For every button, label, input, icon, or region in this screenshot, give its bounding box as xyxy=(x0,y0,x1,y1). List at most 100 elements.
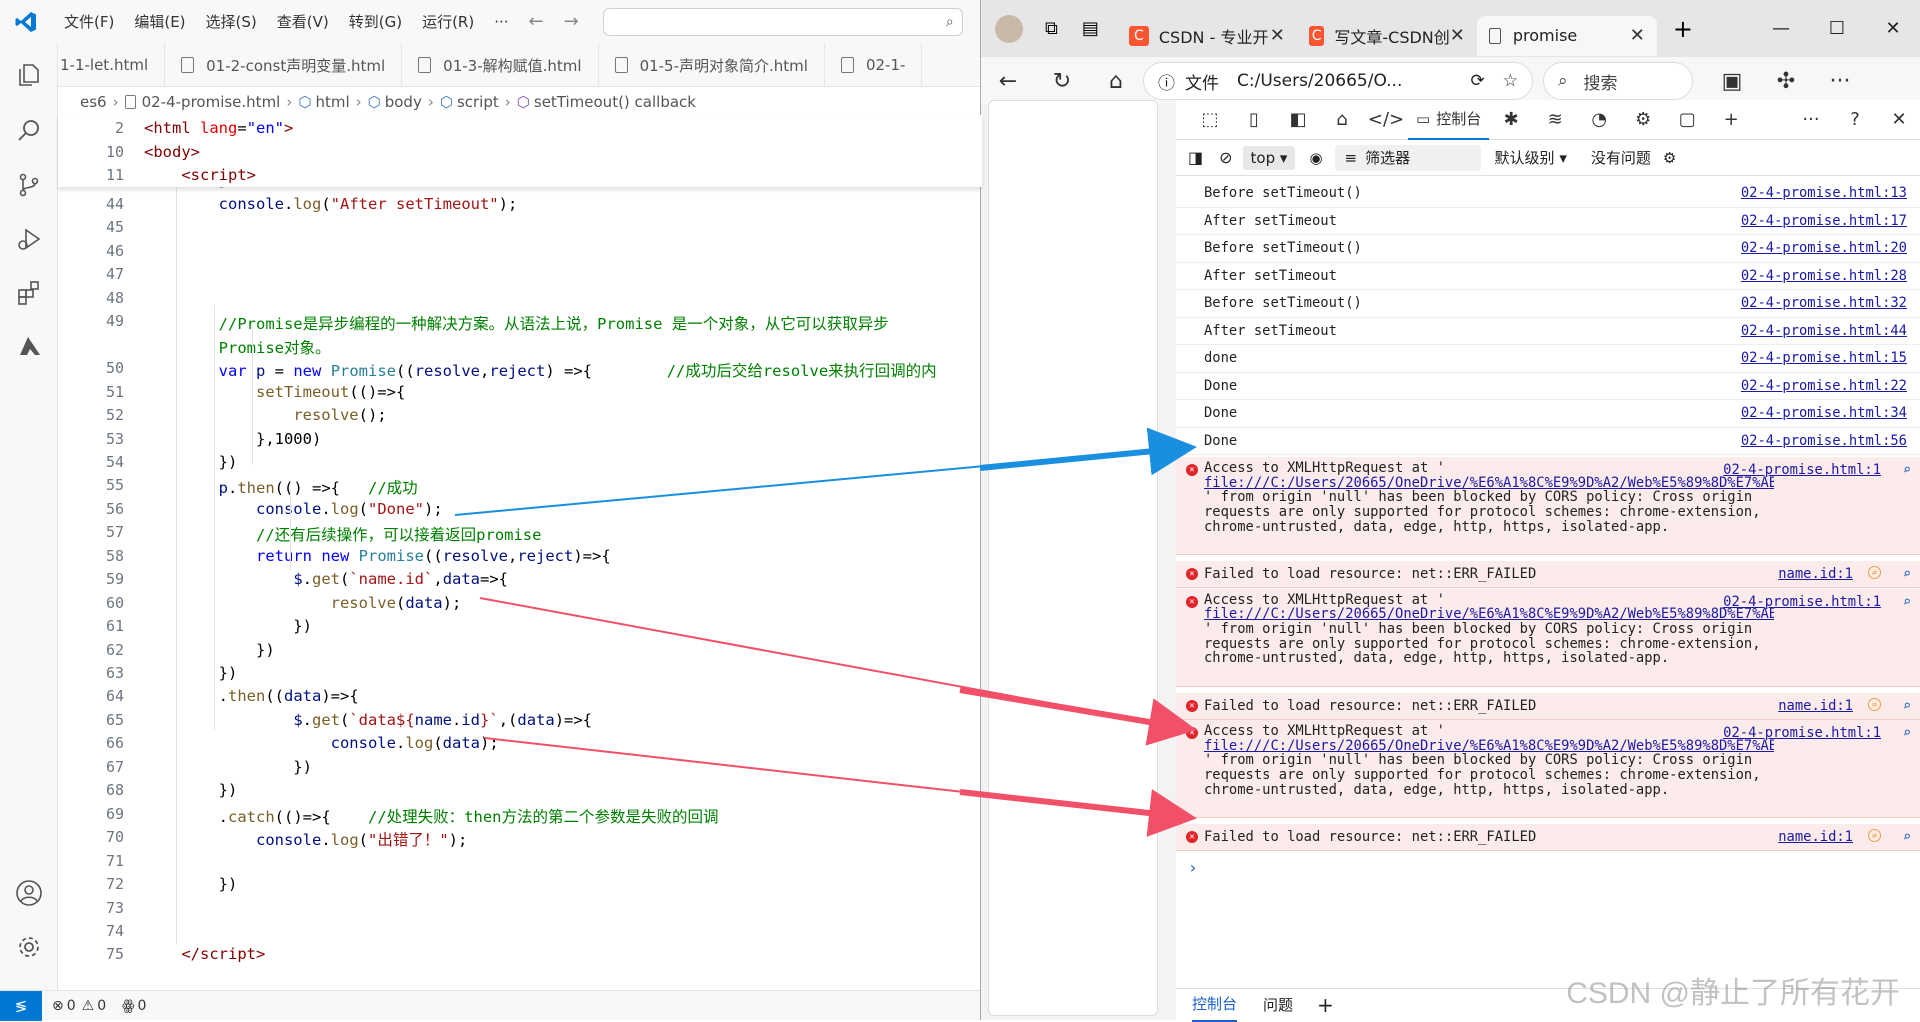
log-source-link[interactable]: 02-4-promise.html:20 xyxy=(1741,240,1907,256)
code-line[interactable]: <body> xyxy=(144,143,200,161)
error-source-link[interactable]: 02-4-promise.html:1 xyxy=(1723,725,1881,741)
close-icon[interactable]: ✕ xyxy=(1270,25,1285,46)
search-icon[interactable]: ⌕ xyxy=(1903,462,1911,478)
clear-console-icon[interactable]: ⊘ xyxy=(1219,148,1232,167)
performance-icon[interactable]: ◔ xyxy=(1577,100,1621,140)
code-line[interactable]: console.log("Done"); xyxy=(144,500,443,518)
remote-icon[interactable]: ≶ xyxy=(0,990,42,1021)
add-tool-icon[interactable]: + xyxy=(1709,100,1753,140)
log-source-link[interactable]: 02-4-promise.html:28 xyxy=(1741,268,1907,284)
split-screen-icon[interactable]: ▣ xyxy=(1705,69,1759,94)
breadcrumb-callback[interactable]: setTimeout() callback xyxy=(534,93,696,111)
network-request-icon[interactable]: ⇄ xyxy=(1868,697,1881,711)
issues-label[interactable]: 没有问题 xyxy=(1591,147,1651,168)
tab-console[interactable]: ▭ 控制台 xyxy=(1408,100,1490,140)
code-line[interactable]: }) xyxy=(144,758,312,776)
dock-icon[interactable]: ◧ xyxy=(1276,100,1320,140)
log-source-link[interactable]: 02-4-promise.html:13 xyxy=(1741,185,1907,201)
menu-more[interactable]: ··· xyxy=(484,13,518,31)
log-source-link[interactable]: 02-4-promise.html:44 xyxy=(1741,323,1907,339)
tab-promise[interactable]: promise ✕ xyxy=(1476,15,1657,56)
level-select[interactable]: 默认级别 ▾ xyxy=(1495,147,1567,168)
search-icon[interactable]: ⌕ xyxy=(1903,698,1911,714)
console-prompt[interactable]: › xyxy=(1188,858,1198,877)
code-line[interactable]: }) xyxy=(144,781,238,799)
search-box[interactable]: ⌕ 搜索 xyxy=(1543,62,1693,100)
warning-icon[interactable]: ⚠ xyxy=(82,998,95,1014)
network-request-icon[interactable]: ⇄ xyxy=(1868,566,1881,579)
tab-object[interactable]: 01-5-声明对象简介.html xyxy=(599,43,825,86)
code-line[interactable]: console.log("出错了！"); xyxy=(144,828,467,850)
code-line[interactable]: }) xyxy=(144,875,238,893)
menu-view[interactable]: 查看(V) xyxy=(267,11,339,32)
code-line[interactable]: <script> xyxy=(144,166,256,184)
sidebar-toggle-icon[interactable]: ◨ xyxy=(1188,148,1203,167)
close-icon[interactable]: ✕ xyxy=(1630,25,1645,46)
collections-icon[interactable]: ⧉ xyxy=(1045,18,1058,39)
menu-run[interactable]: 运行(R) xyxy=(412,11,484,32)
forward-arrow-icon[interactable]: → xyxy=(554,11,589,32)
log-source-link[interactable]: 02-4-promise.html:22 xyxy=(1741,378,1907,394)
bug-icon[interactable]: ✱ xyxy=(1489,100,1533,140)
code-line[interactable]: }) xyxy=(144,453,238,471)
breadcrumb-script[interactable]: script xyxy=(457,93,499,111)
command-center[interactable]: ⌕ xyxy=(602,7,963,36)
code-line[interactable]: var p = new Promise((resolve,reject) =>{… xyxy=(144,359,937,381)
explorer-icon[interactable] xyxy=(11,57,47,93)
code-line[interactable]: .catch(()=>{ //处理失败：then方法的第二个参数是失败的回调 xyxy=(144,805,719,827)
search-icon[interactable]: ⌕ xyxy=(1903,566,1911,582)
code-line[interactable]: Promise对象。 xyxy=(144,336,331,358)
run-debug-icon[interactable] xyxy=(11,221,47,257)
log-source-link[interactable]: 02-4-promise.html:34 xyxy=(1741,405,1907,421)
inspect-icon[interactable]: ⬚ xyxy=(1188,100,1232,140)
address-bar[interactable]: ⓘ 文件 C:/Users/20665/O... ⟳ ☆ xyxy=(1143,62,1533,100)
search-icon[interactable]: ⌕ xyxy=(1903,725,1911,741)
tab-write[interactable]: C 写文章-CSDN创 ✕ xyxy=(1297,16,1477,56)
back-arrow-icon[interactable]: ← xyxy=(519,11,554,32)
close-icon[interactable]: ✕ xyxy=(1877,100,1920,140)
settings-gear-icon[interactable] xyxy=(11,929,47,965)
error-source-link[interactable]: 02-4-promise.html:1 xyxy=(1723,594,1881,610)
code-line[interactable]: $.get(`data${name.id}`,(data)=>{ xyxy=(144,711,592,729)
error-source-link[interactable]: name.id:1 xyxy=(1778,698,1853,714)
error-url-link[interactable]: file:///C:/Users/20665/OneDrive/%E6%A1%8… xyxy=(1204,739,1774,754)
drawer-tab-issues[interactable]: 问题 xyxy=(1263,994,1293,1015)
vertical-tabs-icon[interactable]: ▤ xyxy=(1082,18,1099,39)
menu-file[interactable]: 文件(F) xyxy=(54,11,124,32)
favorite-star-icon[interactable]: ☆ xyxy=(1503,71,1518,91)
code-line[interactable]: //还有后续操作，可以接着返回promise xyxy=(144,523,542,545)
network-wifi-icon[interactable]: ≋ xyxy=(1533,100,1577,140)
search-icon[interactable] xyxy=(11,113,47,149)
code-line[interactable]: console.log("After setTimeout"); xyxy=(144,195,518,213)
tab-const[interactable]: 01-2-const声明变量.html xyxy=(165,43,403,86)
back-icon[interactable]: ← xyxy=(981,69,1035,94)
log-source-link[interactable]: 02-4-promise.html:32 xyxy=(1741,295,1907,311)
menu-edit[interactable]: 编辑(E) xyxy=(124,11,195,32)
breadcrumb-folder[interactable]: es6 xyxy=(80,93,107,111)
ports-icon[interactable]: ꙮ xyxy=(122,998,134,1014)
code-line[interactable]: <html lang="en"> xyxy=(144,119,293,137)
settings-gear-icon[interactable]: ⚙ xyxy=(1621,100,1665,140)
read-aloud-icon[interactable]: ⟳ xyxy=(1471,71,1485,91)
breadcrumb-html[interactable]: html xyxy=(315,93,349,111)
log-source-link[interactable]: 02-4-promise.html:15 xyxy=(1741,350,1907,366)
error-url-link[interactable]: file:///C:/Users/20665/OneDrive/%E6%A1%8… xyxy=(1204,607,1774,622)
tab-02-1[interactable]: 02-1- xyxy=(825,43,923,86)
search-icon[interactable]: ⌕ xyxy=(1903,829,1911,845)
account-icon[interactable] xyxy=(11,875,47,911)
close-icon[interactable]: ✕ xyxy=(1450,25,1465,46)
log-source-link[interactable]: 02-4-promise.html:56 xyxy=(1741,433,1907,449)
add-drawer-icon[interactable]: + xyxy=(1317,993,1334,1017)
maximize-icon[interactable]: ☐ xyxy=(1809,18,1865,39)
page-viewport[interactable] xyxy=(988,100,1158,1016)
code-line[interactable]: },1000) xyxy=(144,430,321,448)
code-line[interactable]: }) xyxy=(144,664,238,682)
more-menu-icon[interactable]: ··· xyxy=(1813,69,1867,94)
profile-avatar[interactable] xyxy=(995,14,1023,43)
context-select[interactable]: top ▾ xyxy=(1242,145,1296,170)
extensions-icon[interactable] xyxy=(11,275,47,311)
code-editor[interactable]: },1000) 44 console.log("After setTimeout"… xyxy=(58,185,982,990)
menu-goto[interactable]: 转到(G) xyxy=(339,11,412,32)
menu-selection[interactable]: 选择(S) xyxy=(196,11,267,32)
welcome-home-icon[interactable]: ⌂ xyxy=(1320,100,1364,140)
